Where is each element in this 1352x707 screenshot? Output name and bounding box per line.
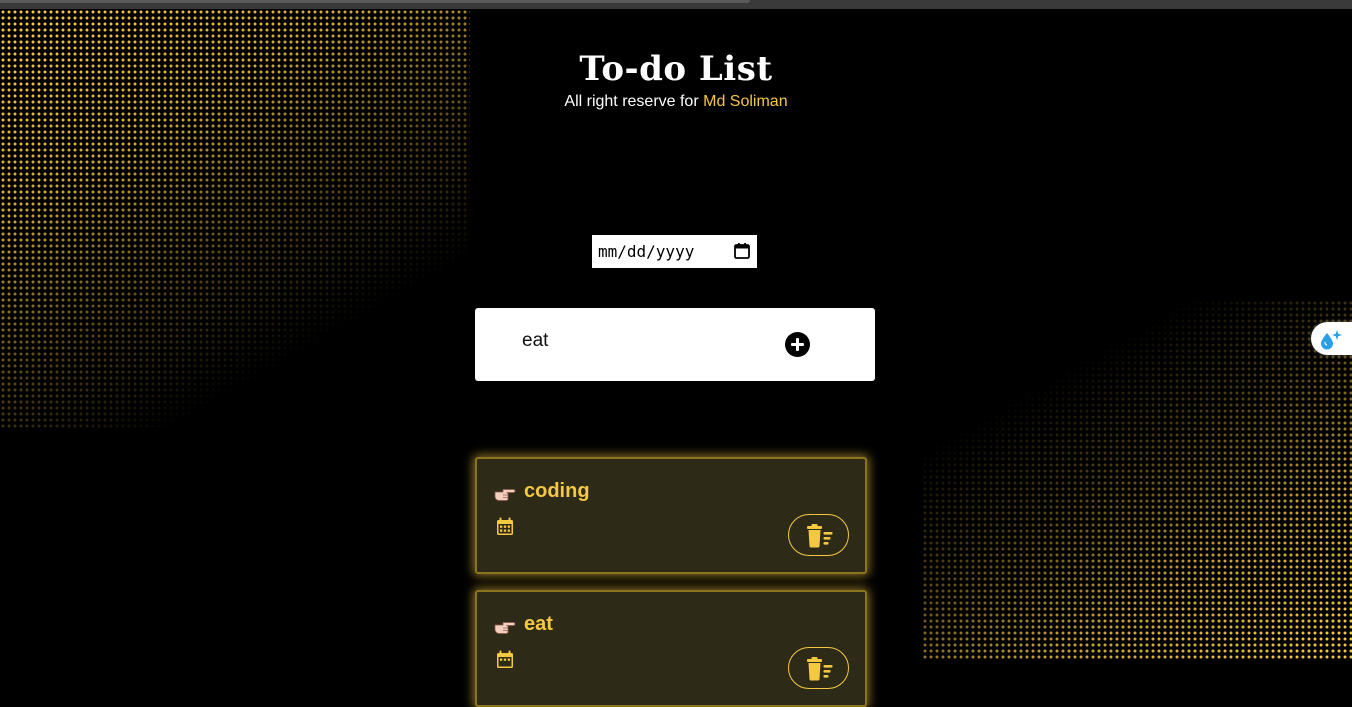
calendar-picker-icon[interactable]	[733, 242, 751, 260]
task-input-field[interactable]: eat	[475, 308, 875, 381]
top-scrollbar[interactable]	[0, 0, 1352, 9]
side-widget-tab[interactable]	[1311, 322, 1352, 355]
plus-circle-icon	[785, 332, 810, 357]
trash-icon	[806, 657, 834, 681]
task-card: eat	[475, 590, 867, 707]
delete-task-button[interactable]	[788, 514, 849, 556]
page-title: To-do List	[0, 48, 1352, 90]
scrollbar-thumb[interactable]	[0, 0, 750, 3]
pointing-hand-icon	[494, 485, 516, 501]
task-name: coding	[524, 479, 590, 503]
date-input-placeholder: mm/dd/yyyy	[598, 242, 694, 261]
pointing-hand-icon	[494, 618, 516, 634]
header: To-do List All right reserve for Md Soli…	[0, 48, 1352, 112]
task-card: coding	[475, 457, 867, 574]
copyright-line: All right reserve for Md Soliman	[0, 92, 1352, 112]
copyright-text: All right reserve for	[564, 93, 703, 110]
trash-icon	[806, 524, 834, 548]
author-name: Md Soliman	[703, 93, 787, 110]
calendar-icon	[496, 517, 514, 536]
date-input[interactable]: mm/dd/yyyy	[592, 235, 757, 268]
task-name: eat	[524, 612, 553, 636]
water-drop-sparkle-icon	[1319, 328, 1343, 350]
delete-task-button[interactable]	[788, 647, 849, 689]
task-input-value[interactable]: eat	[522, 330, 548, 352]
add-task-button[interactable]	[785, 332, 810, 357]
halftone-decoration-bottom-right	[922, 300, 1352, 660]
